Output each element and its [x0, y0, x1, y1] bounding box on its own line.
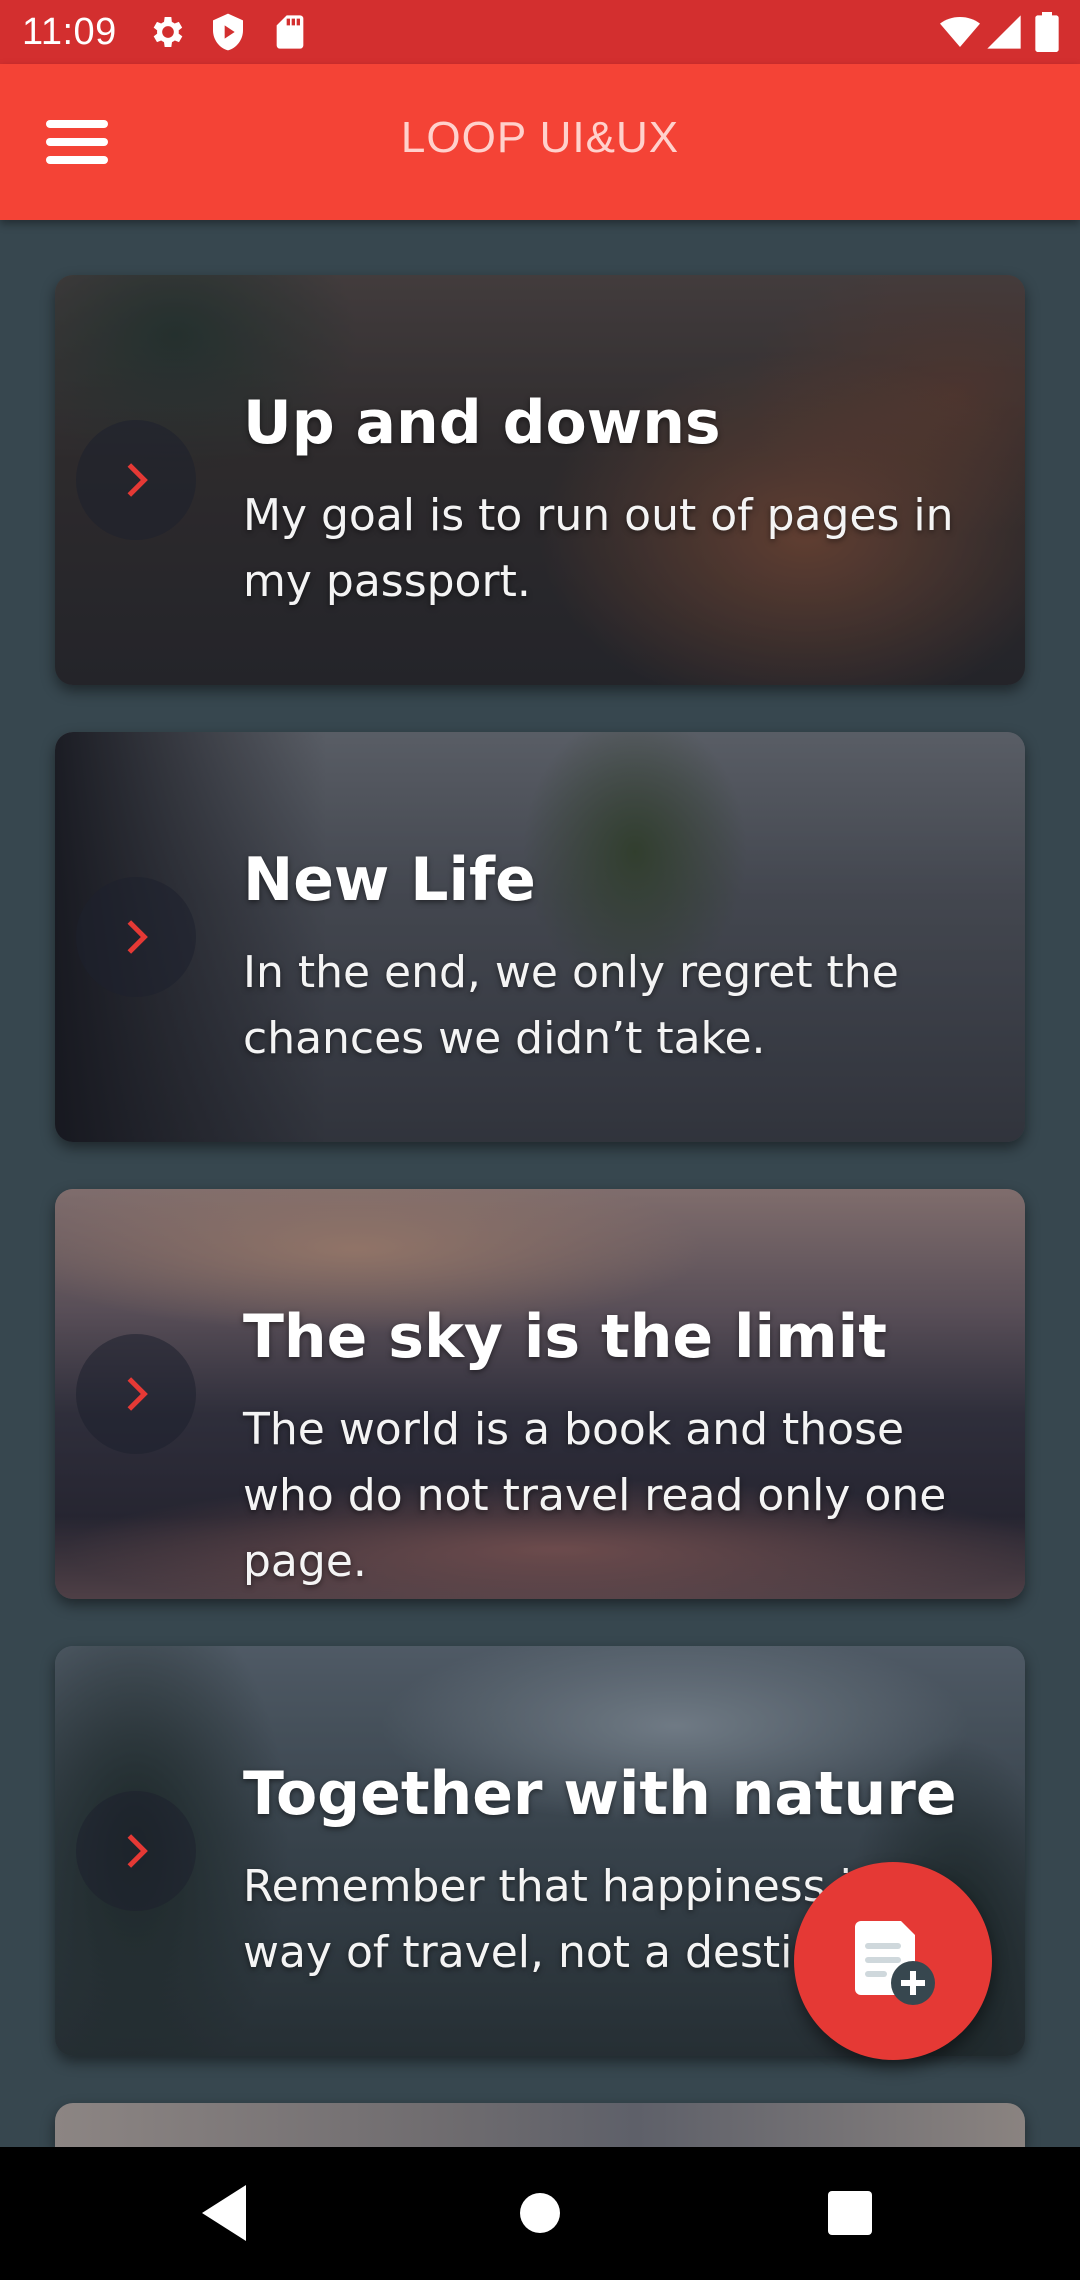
chevron-right-icon: [127, 1377, 148, 1411]
card-subtitle: The world is a book and those who do not…: [243, 1404, 947, 1587]
chevron-right-icon: [127, 920, 148, 954]
battery-icon: [1035, 12, 1059, 52]
app-title: LOOP UI&UX: [400, 113, 680, 162]
sd-card-icon: [276, 15, 304, 49]
back-icon[interactable]: [186, 2173, 266, 2253]
open-card-button[interactable]: [76, 877, 196, 997]
card-title: Together with nature: [243, 1759, 957, 1829]
card-subtitle: In the end, we only regret the chances w…: [243, 947, 899, 1064]
home-icon[interactable]: [500, 2173, 580, 2253]
recents-icon[interactable]: [810, 2173, 890, 2253]
chevron-right-icon: [127, 1834, 148, 1868]
wifi-icon: [940, 17, 980, 47]
navigation-bar: [0, 2147, 1080, 2280]
card-subtitle: My goal is to run out of pages in my pas…: [243, 490, 954, 607]
card-title: Up and downs: [243, 388, 721, 458]
chevron-right-icon: [127, 463, 148, 497]
card-new-life[interactable]: New Life In the end, we only regret the …: [55, 732, 1025, 1142]
card-title: New Life: [243, 845, 536, 915]
status-bar: 11:09: [0, 0, 1080, 64]
card-partial[interactable]: [55, 2103, 1025, 2147]
open-card-button[interactable]: [76, 420, 196, 540]
app-bar: LOOP UI&UX: [0, 64, 1080, 220]
gear-icon: [153, 17, 183, 47]
add-note-button[interactable]: [794, 1862, 992, 2060]
card-title: The sky is the limit: [243, 1302, 887, 1372]
status-time: 11:09: [22, 11, 117, 53]
add-note-icon: [855, 1921, 935, 2005]
cellular-signal-icon: [987, 15, 1021, 49]
open-card-button[interactable]: [76, 1334, 196, 1454]
card-up-and-downs[interactable]: Up and downs My goal is to run out of pa…: [55, 275, 1025, 685]
play-shield-icon: [213, 13, 243, 51]
card-the-sky-is-the-limit[interactable]: The sky is the limit The world is a book…: [55, 1189, 1025, 1599]
card-image: [55, 2103, 1025, 2147]
open-card-button[interactable]: [76, 1791, 196, 1911]
